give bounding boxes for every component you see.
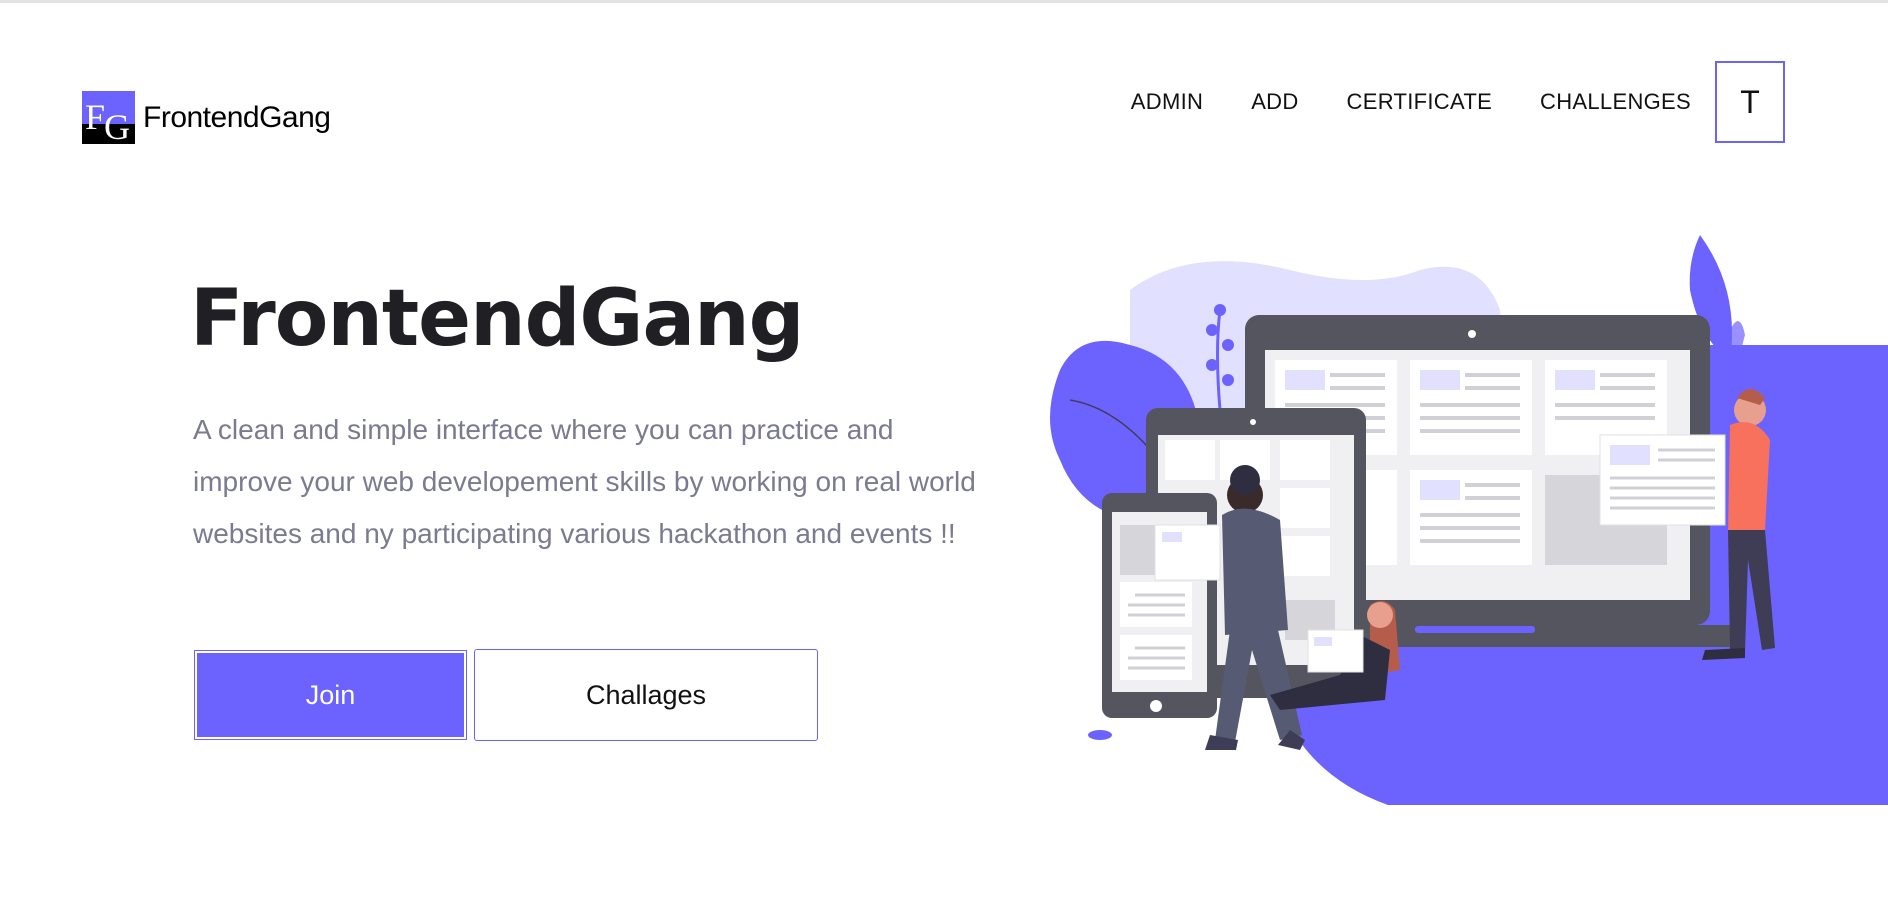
challenges-button[interactable]: Challages bbox=[474, 649, 818, 741]
hero-title: FrontendGang bbox=[190, 274, 804, 364]
nav-certificate[interactable]: CERTIFICATE bbox=[1347, 89, 1493, 115]
nav-challenges[interactable]: CHALLENGES bbox=[1540, 89, 1691, 115]
logo-mark-letter-f: F bbox=[85, 97, 106, 137]
page: F G FrontendGang ADMIN ADD CERTIFICATE C… bbox=[0, 0, 1888, 911]
web-development-team-illustration bbox=[1050, 235, 1888, 805]
top-divider bbox=[0, 0, 1888, 3]
brand-logo[interactable]: F G FrontendGang bbox=[82, 91, 331, 144]
nav-admin[interactable]: ADMIN bbox=[1131, 89, 1203, 115]
main-nav: ADMIN ADD CERTIFICATE CHALLENGES T bbox=[1131, 61, 1785, 143]
brand-name: FrontendGang bbox=[143, 100, 331, 134]
nav-add[interactable]: ADD bbox=[1251, 89, 1298, 115]
join-button[interactable]: Join bbox=[194, 650, 467, 740]
logo-mark-icon: F G bbox=[82, 91, 135, 144]
hero-description: A clean and simple interface where you c… bbox=[193, 414, 976, 549]
user-avatar-button[interactable]: T bbox=[1715, 61, 1785, 143]
logo-mark-letter-g: G bbox=[104, 107, 130, 144]
